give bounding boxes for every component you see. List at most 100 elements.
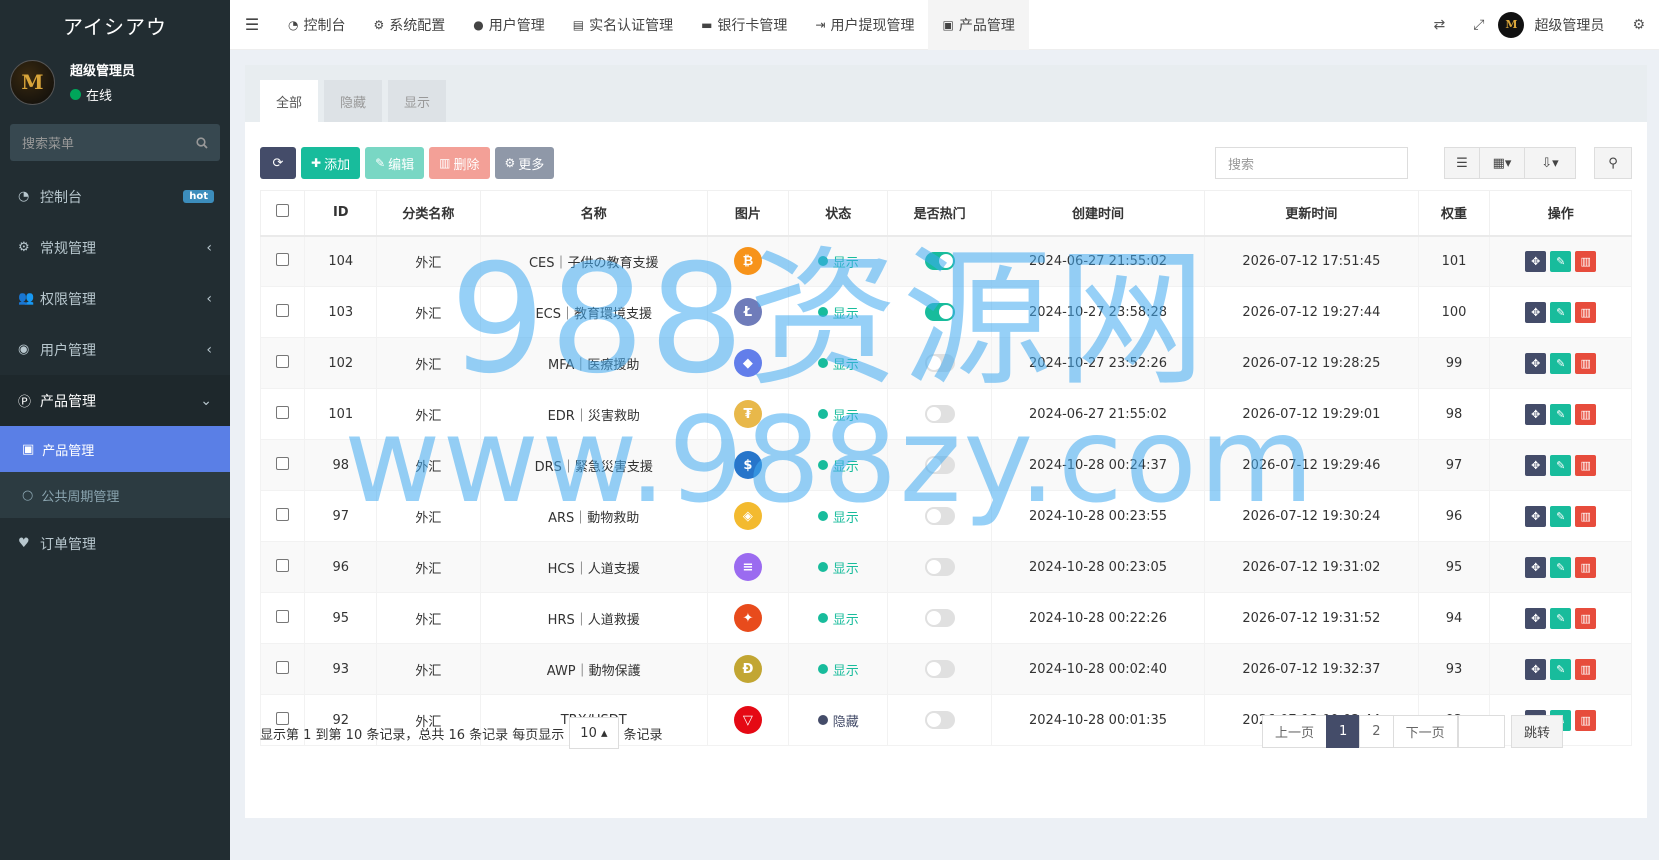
drag-move-icon[interactable]: ✥ — [1525, 505, 1547, 527]
cell-image[interactable]: $ — [706, 439, 790, 491]
coin-image-icon[interactable]: $ — [733, 451, 762, 479]
column-header[interactable]: 名称 — [479, 190, 708, 237]
sidebar-item-general[interactable]: ⚙ 常规管理 ‹ — [0, 222, 230, 273]
cell-image[interactable]: ◆ — [706, 337, 790, 389]
row-checkbox[interactable] — [259, 541, 306, 593]
table-row[interactable]: 104 外汇 CES｜子供の教育支援 ₿ 显示 2024-06-27 21:55:02 20… — [259, 235, 1632, 287]
coin-image-icon[interactable]: ₮ — [733, 400, 762, 428]
row-checkbox[interactable] — [259, 235, 306, 287]
refresh-button[interactable]: ⟳ — [260, 147, 296, 179]
column-header[interactable]: ID — [304, 190, 378, 237]
hot-toggle[interactable] — [924, 711, 955, 729]
edit-row-icon[interactable]: ✎ — [1550, 352, 1572, 374]
cell-hot[interactable] — [887, 337, 992, 389]
column-header[interactable]: 权重 — [1417, 190, 1491, 237]
table-row[interactable]: 95 外汇 HRS｜人道救援 ✦ 显示 2024-10-28 00:22:26 2026-0… — [259, 592, 1632, 644]
drag-move-icon[interactable]: ✥ — [1525, 556, 1547, 578]
jump-page-input[interactable] — [1458, 715, 1505, 748]
row-checkbox[interactable] — [259, 388, 306, 440]
fullscreen-icon[interactable]: ⤢ — [1459, 17, 1498, 33]
table-row[interactable]: 96 外汇 HCS｜人道支援 ≡ 显示 2024-10-28 00:23:05 2026-0… — [259, 541, 1632, 593]
status-badge[interactable]: 隐藏 — [817, 711, 859, 730]
hot-toggle[interactable] — [924, 405, 955, 423]
drag-move-icon[interactable]: ✥ — [1525, 250, 1547, 272]
table-row[interactable]: 101 外汇 EDR｜災害救助 ₮ 显示 2024-06-27 21:55:02 2026-… — [259, 388, 1632, 440]
app-logo-title[interactable]: アイシアウ — [0, 0, 230, 50]
cell-hot[interactable] — [887, 694, 992, 746]
header-user-name[interactable]: 超级管理员 — [1534, 15, 1604, 35]
page-size-select[interactable]: 10 ▴ — [569, 717, 619, 749]
edit-row-icon[interactable]: ✎ — [1550, 301, 1572, 323]
cell-status[interactable]: 显示 — [788, 592, 889, 644]
jump-button[interactable]: 跳转 — [1511, 715, 1564, 748]
sidebar-search-input[interactable]: 搜索菜单 — [10, 124, 220, 161]
submenu-item-product-management[interactable]: ▣ 产品管理 — [0, 426, 230, 472]
hot-toggle[interactable] — [924, 252, 955, 271]
status-badge[interactable]: 显示 — [817, 507, 859, 526]
hamburger-menu-icon[interactable]: ☰ — [230, 15, 274, 34]
cell-status[interactable]: 显示 — [788, 439, 889, 491]
cell-status[interactable]: 显示 — [788, 337, 889, 389]
status-badge[interactable]: 显示 — [817, 354, 859, 373]
cell-hot[interactable] — [887, 643, 992, 695]
cell-status[interactable]: 显示 — [788, 235, 889, 287]
tab-identity-verification[interactable]: ▤ 实名认证管理 — [559, 0, 687, 50]
columns-button[interactable]: ▦▾ — [1479, 147, 1525, 179]
cell-image[interactable]: ✦ — [706, 592, 790, 644]
page-2-button[interactable]: 2 — [1359, 715, 1394, 748]
delete-row-icon[interactable]: ▥ — [1575, 556, 1597, 578]
hot-toggle[interactable] — [924, 303, 955, 321]
tab-hidden[interactable]: 隐藏 — [324, 80, 383, 122]
cell-status[interactable]: 显示 — [788, 490, 889, 542]
cogs-icon[interactable]: ⚙ — [1618, 17, 1659, 33]
submenu-item-cycle-management[interactable]: ○ 公共周期管理 — [0, 472, 230, 518]
advanced-search-button[interactable]: ⚲ — [1594, 147, 1632, 179]
coin-image-icon[interactable]: ▽ — [733, 706, 762, 734]
cell-hot[interactable] — [887, 388, 992, 440]
next-page-button[interactable]: 下一页 — [1392, 715, 1458, 748]
status-badge[interactable]: 显示 — [817, 456, 859, 475]
coin-image-icon[interactable]: ≡ — [733, 553, 762, 581]
edit-row-icon[interactable]: ✎ — [1550, 250, 1572, 272]
hot-toggle[interactable] — [924, 558, 955, 576]
translate-icon[interactable]: ⇄ — [1420, 17, 1460, 33]
cell-image[interactable]: ◈ — [706, 490, 790, 542]
delete-row-icon[interactable]: ▥ — [1575, 607, 1597, 629]
table-search-input[interactable]: 搜索 — [1215, 147, 1408, 179]
edit-row-icon[interactable]: ✎ — [1550, 403, 1572, 425]
edit-row-icon[interactable]: ✎ — [1550, 454, 1572, 476]
tab-dashboard[interactable]: ◔ 控制台 — [274, 0, 359, 50]
tab-bank-card[interactable]: ▬ 银行卡管理 — [687, 0, 801, 50]
table-row[interactable]: 103 外汇 ECS｜教育環境支援 Ł 显示 2024-10-27 23:58:28 202… — [259, 286, 1632, 338]
tab-withdrawal[interactable]: ⇥ 用户提现管理 — [801, 0, 928, 50]
status-badge[interactable]: 显示 — [817, 252, 859, 271]
cell-status[interactable]: 显示 — [788, 388, 889, 440]
coin-image-icon[interactable]: ✦ — [733, 604, 762, 632]
table-row[interactable]: 97 外汇 ARS｜動物救助 ◈ 显示 2024-10-28 00:23:55 2026-0… — [259, 490, 1632, 542]
tab-system-config[interactable]: ⚙ 系统配置 — [359, 0, 459, 50]
cell-image[interactable]: ₿ — [706, 235, 790, 287]
row-checkbox[interactable] — [259, 439, 306, 491]
hot-toggle[interactable] — [924, 660, 955, 678]
drag-move-icon[interactable]: ✥ — [1525, 454, 1547, 476]
status-badge[interactable]: 显示 — [817, 558, 859, 577]
cell-hot[interactable] — [887, 541, 992, 593]
cell-image[interactable]: ≡ — [706, 541, 790, 593]
coin-image-icon[interactable]: Ł — [733, 298, 762, 326]
hot-toggle[interactable] — [924, 354, 955, 372]
delete-row-icon[interactable]: ▥ — [1575, 301, 1597, 323]
cell-status[interactable]: 隐藏 — [788, 694, 889, 746]
coin-image-icon[interactable]: Ð — [733, 655, 762, 683]
sidebar-item-permissions[interactable]: 👥 权限管理 ‹ — [0, 273, 230, 324]
select-all-checkbox[interactable] — [259, 190, 306, 237]
header-avatar[interactable]: M — [1498, 11, 1525, 38]
cell-status[interactable]: 显示 — [788, 286, 889, 338]
edit-button[interactable]: ✎ 编辑 — [365, 147, 425, 179]
edit-row-icon[interactable]: ✎ — [1550, 556, 1572, 578]
status-badge[interactable]: 显示 — [817, 405, 859, 424]
status-badge[interactable]: 显示 — [817, 609, 859, 628]
tab-shown[interactable]: 显示 — [388, 80, 447, 122]
cell-hot[interactable] — [887, 286, 992, 338]
cell-image[interactable]: ▽ — [706, 694, 790, 746]
export-button[interactable]: ⇩▾ — [1524, 147, 1576, 179]
